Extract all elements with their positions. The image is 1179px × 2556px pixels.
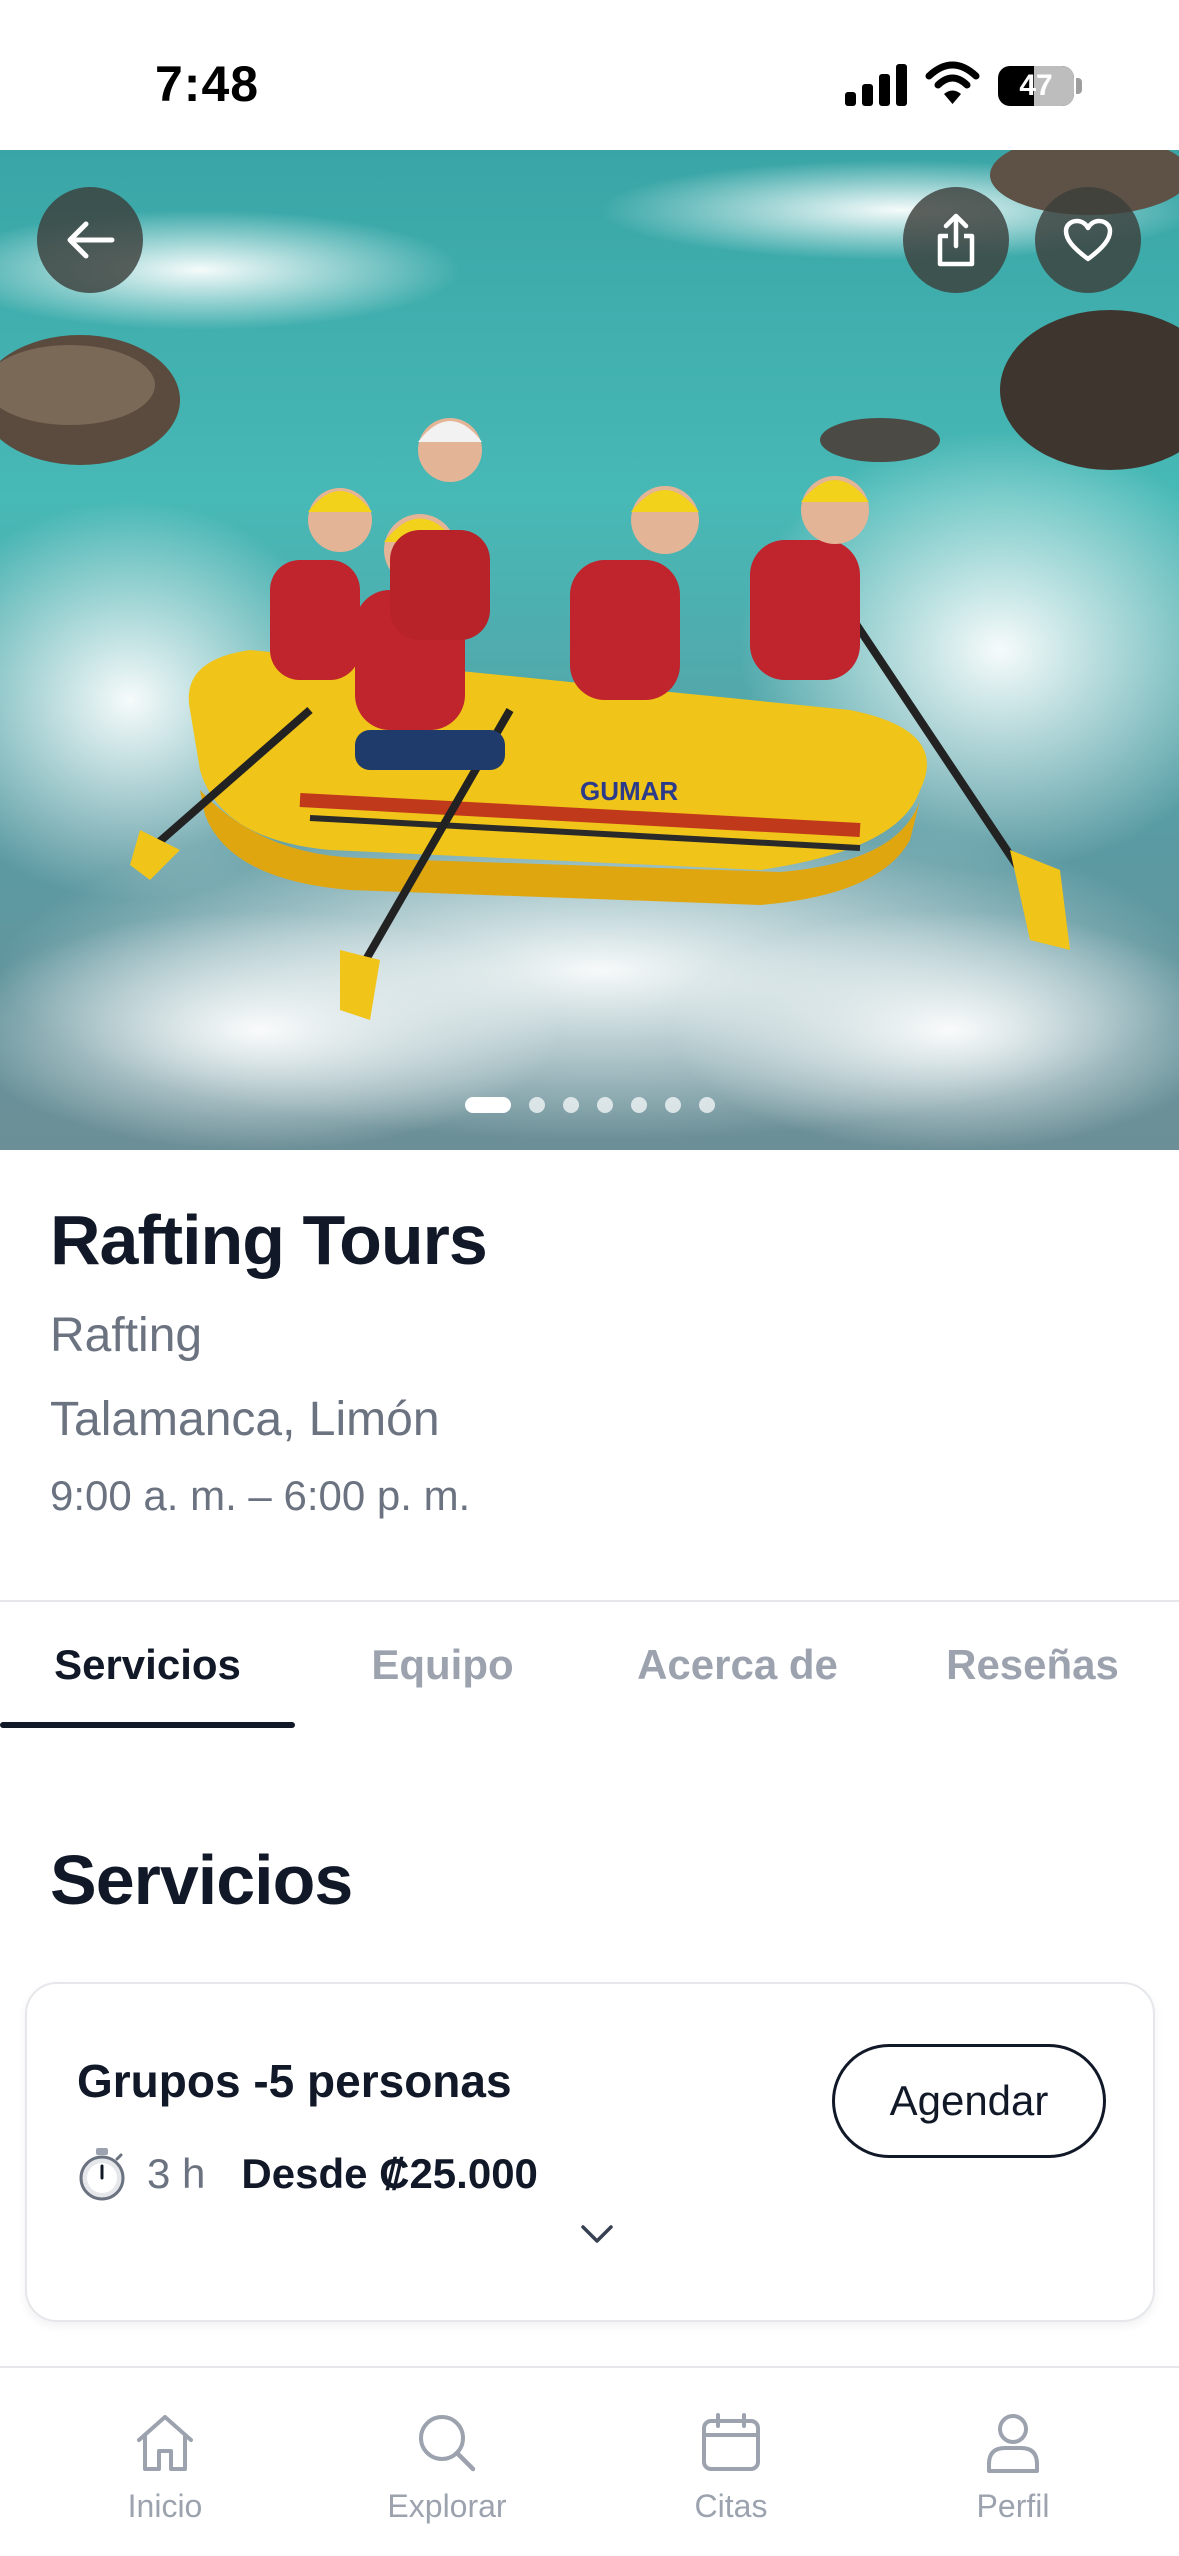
expand-service-button[interactable] <box>567 2214 627 2254</box>
heart-icon <box>1063 218 1113 262</box>
business-hours: 9:00 a. m. – 6:00 p. m. <box>50 1472 471 1519</box>
cellular-signal-icon <box>845 62 907 106</box>
nav-label: Citas <box>694 2488 768 2524</box>
hero-image: GUMAR <box>0 150 1179 1150</box>
business-name: Rafting Tours <box>50 1201 488 1279</box>
chevron-down-icon <box>581 2225 613 2243</box>
bottom-nav: Inicio Explorar Citas Perfil <box>0 2366 1179 2556</box>
nav-item-citas[interactable]: Citas <box>584 2368 878 2556</box>
carousel-indicator <box>0 1095 1179 1115</box>
service-card[interactable]: Grupos -5 personas 3 h Desde ₡25.000 Age… <box>25 1982 1155 2322</box>
stopwatch-icon <box>79 2148 125 2201</box>
tab-servicios[interactable]: Servicios <box>0 1602 295 1728</box>
carousel-dot[interactable] <box>664 1097 681 1113</box>
home-icon <box>137 2415 193 2471</box>
status-bar: 7:48 47 <box>0 0 1179 150</box>
service-meta: 3 h Desde ₡25.000 <box>77 2144 538 2204</box>
business-category: Rafting <box>50 1309 203 1362</box>
nav-label: Perfil <box>976 2488 1050 2524</box>
service-price: Desde ₡25.000 <box>241 2150 538 2197</box>
battery-level: 47 <box>1019 69 1053 102</box>
user-icon <box>987 2414 1039 2473</box>
book-button[interactable]: Agendar <box>832 2044 1106 2158</box>
nav-label: Explorar <box>387 2488 507 2524</box>
status-time: 7:48 <box>155 56 260 112</box>
svg-text:GUMAR: GUMAR <box>580 776 678 806</box>
carousel-dot[interactable] <box>630 1097 647 1113</box>
tab-acerca-de[interactable]: Acerca de <box>590 1602 885 1728</box>
share-icon <box>937 213 975 267</box>
carousel-dot[interactable] <box>464 1097 511 1113</box>
tab-equipo[interactable]: Equipo <box>295 1602 590 1728</box>
service-name: Grupos -5 personas <box>77 2055 512 2107</box>
calendar-icon <box>702 2413 760 2471</box>
nav-item-inicio[interactable]: Inicio <box>18 2368 312 2556</box>
business-location: Talamanca, Limón <box>50 1393 440 1446</box>
hero-carousel[interactable]: GUMAR <box>0 150 1179 1150</box>
arrow-left-icon <box>67 221 115 259</box>
battery-icon: 47 <box>998 66 1074 106</box>
service-duration: 3 h <box>147 2150 206 2197</box>
favorite-button[interactable] <box>1035 187 1141 293</box>
carousel-dot[interactable] <box>596 1097 613 1113</box>
tab-resenas[interactable]: Reseñas <box>885 1602 1179 1728</box>
section-title: Servicios <box>50 1841 353 1919</box>
tab-bar: Servicios Equipo Acerca de Reseñas <box>0 1602 1179 1728</box>
share-button[interactable] <box>903 187 1009 293</box>
wifi-icon <box>925 61 980 104</box>
nav-item-perfil[interactable]: Perfil <box>866 2368 1160 2556</box>
search-icon <box>419 2415 476 2472</box>
carousel-dot[interactable] <box>698 1097 715 1113</box>
carousel-dot[interactable] <box>562 1097 579 1113</box>
back-button[interactable] <box>37 187 143 293</box>
carousel-dot[interactable] <box>528 1097 545 1113</box>
nav-label: Inicio <box>127 2488 203 2524</box>
nav-item-explorar[interactable]: Explorar <box>300 2368 594 2556</box>
